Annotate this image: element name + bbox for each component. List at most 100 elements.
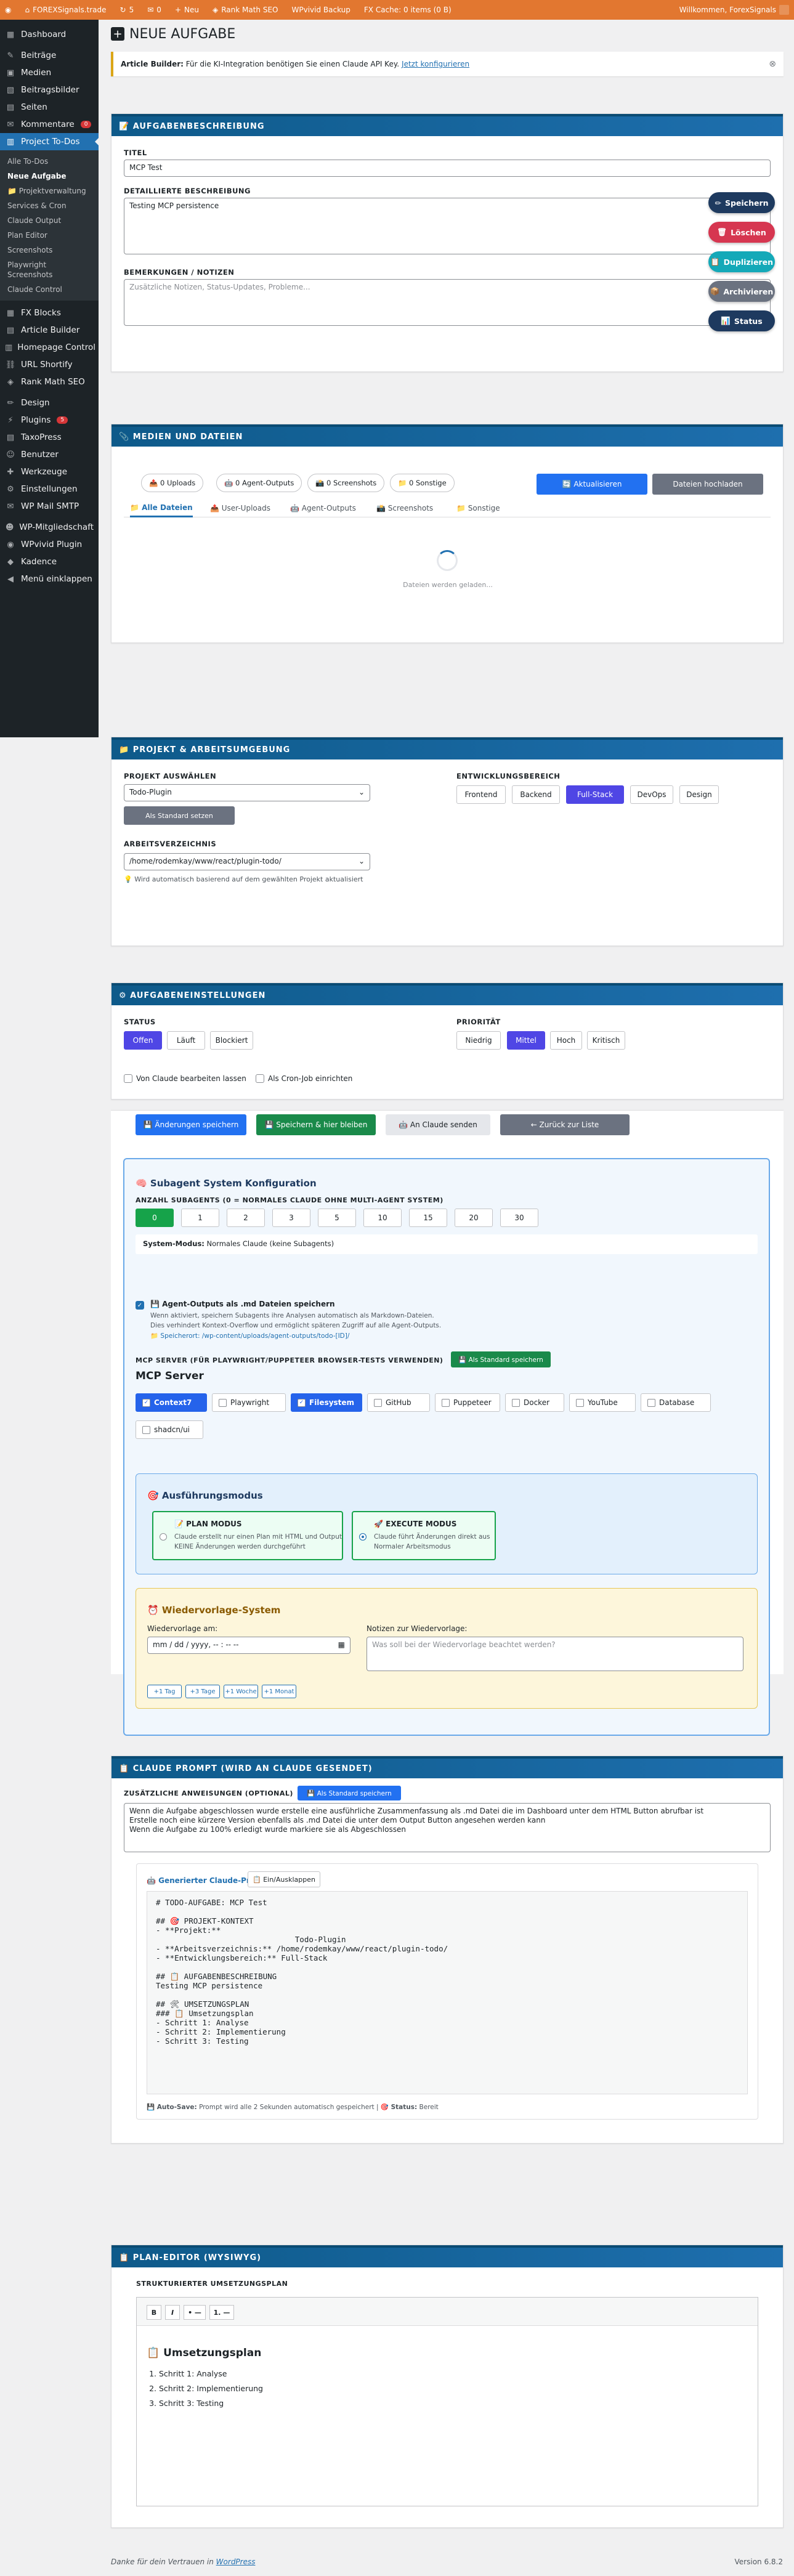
- dismiss-icon[interactable]: ⊗: [769, 59, 776, 69]
- project-select[interactable]: Todo-Plugin ⌄: [124, 784, 370, 801]
- toggle-prompt-button[interactable]: 📋 Ein/Ausklappen: [248, 1871, 320, 1887]
- upload-files-button[interactable]: Dateien hochladen: [652, 474, 763, 495]
- submenu-alle-to-dos[interactable]: Alle To-Dos: [0, 154, 99, 169]
- priority-kritisch[interactable]: Kritisch: [587, 1031, 625, 1050]
- mcp-database[interactable]: Database: [641, 1393, 711, 1412]
- menu-project-todos[interactable]: ▥ Project To-Dos: [0, 133, 99, 150]
- subagent-count-0[interactable]: 0: [136, 1209, 174, 1227]
- menu-kadence[interactable]: ◆ Kadence: [0, 553, 99, 570]
- menu-wp-mail-smtp[interactable]: ✉ WP Mail SMTP: [0, 498, 99, 515]
- archive-fab-button[interactable]: 📦 Archivieren: [708, 281, 775, 302]
- area-full-stack[interactable]: Full-Stack: [566, 785, 624, 804]
- claude-edit-checkbox[interactable]: Von Claude bearbeiten lassen: [124, 1074, 246, 1083]
- tab-user-uploads[interactable]: 📤 User-Uploads: [210, 499, 270, 517]
- submenu-claude-control[interactable]: Claude Control: [0, 282, 99, 297]
- mcp-youtube[interactable]: YouTube: [569, 1393, 636, 1412]
- submenu-claude-output[interactable]: Claude Output: [0, 213, 99, 228]
- area-design[interactable]: Design: [679, 785, 719, 804]
- mcp-puppeteer[interactable]: Puppeteer: [435, 1393, 500, 1412]
- save-changes-button[interactable]: 💾 Änderungen speichern: [136, 1114, 246, 1135]
- wp-logo-icon[interactable]: ◉: [5, 6, 11, 14]
- quick-resubmit-1-monat[interactable]: +1 Monat: [262, 1685, 296, 1698]
- subagent-count-15[interactable]: 15: [409, 1209, 447, 1227]
- title-input[interactable]: MCP Test: [124, 160, 771, 177]
- area-backend[interactable]: Backend: [512, 785, 560, 804]
- mcp-context7[interactable]: ✓ Context7: [136, 1393, 207, 1412]
- menu-design[interactable]: ✏ Design: [0, 394, 99, 411]
- bold-button[interactable]: B: [147, 2305, 161, 2320]
- wpvivid-link[interactable]: WPvivid Backup: [291, 6, 350, 14]
- cron-job-checkbox[interactable]: Als Cron-Job einrichten: [256, 1074, 352, 1083]
- save-md-checkbox[interactable]: ✓: [136, 1301, 144, 1310]
- notes-textarea[interactable]: Zusätzliche Notizen, Status-Updates, Pro…: [124, 279, 771, 326]
- delete-fab-button[interactable]: 🗑 Löschen: [708, 222, 775, 243]
- bullet-list-button[interactable]: • —: [184, 2305, 206, 2320]
- menu-homepage-control[interactable]: ▥ Homepage Control: [0, 339, 99, 356]
- subagent-count-20[interactable]: 20: [455, 1209, 493, 1227]
- set-default-project-button[interactable]: Als Standard setzen: [124, 806, 235, 825]
- menu-beitragsbilder[interactable]: ▧ Beitragsbilder: [0, 81, 99, 99]
- menu-fx-blocks[interactable]: ▦ FX Blocks: [0, 304, 99, 322]
- menu-wpvivid-plugin[interactable]: ◉ WPvivid Plugin: [0, 536, 99, 553]
- menu-benutzer[interactable]: ☺ Benutzer: [0, 446, 99, 463]
- submenu-neue-aufgabe[interactable]: Neue Aufgabe: [0, 169, 99, 184]
- subagent-count-2[interactable]: 2: [227, 1209, 265, 1227]
- refresh-button[interactable]: 🔄 Aktualisieren: [537, 474, 647, 495]
- extra-instructions-textarea[interactable]: Wenn die Aufgabe abgeschlossen wurde ers…: [124, 1803, 771, 1852]
- menu-werkzeuge[interactable]: ✚ Werkzeuge: [0, 463, 99, 480]
- menu-article-builder[interactable]: ▤ Article Builder: [0, 322, 99, 339]
- quick-resubmit-3-tage[interactable]: +3 Tage: [185, 1685, 220, 1698]
- user-greeting[interactable]: Willkommen, ForexSignals: [679, 5, 789, 15]
- menu-wp-mitgliedschaft[interactable]: ☻ WP-Mitgliedschaft: [0, 519, 99, 536]
- status-fab-button[interactable]: 📊 Status: [708, 310, 775, 331]
- menu-kommentare[interactable]: ✉ Kommentare 0: [0, 116, 99, 133]
- tab-other[interactable]: 📁 Sonstige: [456, 499, 500, 517]
- submenu-playwright-screenshots[interactable]: Playwright Screenshots: [0, 257, 99, 282]
- subagent-count-3[interactable]: 3: [272, 1209, 310, 1227]
- status-offen[interactable]: Offen: [124, 1031, 162, 1050]
- menu-plugins[interactable]: ⚡ Plugins 5: [0, 411, 99, 429]
- plan-title[interactable]: 📋 Umsetzungsplan: [147, 2347, 261, 2359]
- fx-cache-link[interactable]: FX Cache: 0 items (0 B): [364, 6, 452, 14]
- subagent-count-30[interactable]: 30: [500, 1209, 538, 1227]
- send-to-claude-button[interactable]: 🤖 An Claude senden: [386, 1114, 490, 1135]
- generated-prompt-code[interactable]: # TODO-AUFGABE: MCP Test ## 🎯 PROJEKT-KO…: [147, 1891, 748, 2094]
- tab-screenshots[interactable]: 📸 Screenshots: [376, 499, 433, 517]
- new-content-link[interactable]: + Neu: [175, 6, 199, 14]
- subagent-count-1[interactable]: 1: [181, 1209, 219, 1227]
- mcp-shadcn-ui[interactable]: shadcn/ui: [136, 1420, 203, 1439]
- menu-medien[interactable]: ▣ Medien: [0, 64, 99, 81]
- plan-list[interactable]: Schritt 1: Analyse Schritt 2: Implementi…: [159, 2367, 263, 2411]
- priority-hoch[interactable]: Hoch: [550, 1031, 582, 1050]
- subagent-count-10[interactable]: 10: [363, 1209, 402, 1227]
- status-läuft[interactable]: Läuft: [167, 1031, 205, 1050]
- priority-niedrig[interactable]: Niedrig: [456, 1031, 501, 1050]
- plan-mode-option[interactable]: 📝 PLAN MODUS Claude erstellt nur einen P…: [152, 1511, 343, 1560]
- duplicate-fab-button[interactable]: 📋 Duplizieren: [708, 251, 775, 272]
- save-and-stay-button[interactable]: 💾 Speichern & hier bleiben: [256, 1114, 376, 1135]
- status-blockiert[interactable]: Blockiert: [210, 1031, 253, 1050]
- submenu-services-cron[interactable]: Services & Cron: [0, 198, 99, 213]
- site-name-link[interactable]: ⌂ FOREXSignals.trade: [25, 6, 106, 14]
- menu-einstellungen[interactable]: ⚙ Einstellungen: [0, 480, 99, 498]
- numbered-list-button[interactable]: 1. —: [209, 2305, 234, 2320]
- menu-dashboard[interactable]: ▦ Dashboard: [0, 26, 99, 43]
- menu-menü-einklappen[interactable]: ◀ Menü einklappen: [0, 570, 99, 588]
- subagent-count-5[interactable]: 5: [318, 1209, 356, 1227]
- tab-agent-outputs[interactable]: 🤖 Agent-Outputs: [290, 499, 356, 517]
- extra-save-default-button[interactable]: 💾 Als Standard speichern: [298, 1786, 401, 1800]
- mcp-save-default-button[interactable]: 💾 Als Standard speichern: [451, 1351, 551, 1367]
- mcp-github[interactable]: GitHub: [367, 1393, 430, 1412]
- back-to-list-button[interactable]: ← Zurück zur Liste: [500, 1114, 630, 1135]
- wordpress-link[interactable]: WordPress: [216, 2558, 256, 2566]
- menu-rank-math-seo[interactable]: ◈ Rank Math SEO: [0, 373, 99, 391]
- rankmath-link[interactable]: ◈ Rank Math SEO: [213, 6, 278, 14]
- area-frontend[interactable]: Frontend: [456, 785, 506, 804]
- menu-beiträge[interactable]: ✎ Beiträge: [0, 47, 99, 64]
- tab-all-files[interactable]: 📁 Alle Dateien: [130, 499, 193, 517]
- resubmission-date-input[interactable]: mm / dd / yyyy, -- : -- -- ▦: [147, 1637, 350, 1654]
- description-textarea[interactable]: Testing MCP persistence: [124, 198, 771, 254]
- resubmission-notes-textarea[interactable]: Was soll bei der Wiedervorlage beachtet …: [367, 1637, 743, 1671]
- italic-button[interactable]: I: [165, 2305, 180, 2320]
- menu-url-shortify[interactable]: ⛓ URL Shortify: [0, 356, 99, 373]
